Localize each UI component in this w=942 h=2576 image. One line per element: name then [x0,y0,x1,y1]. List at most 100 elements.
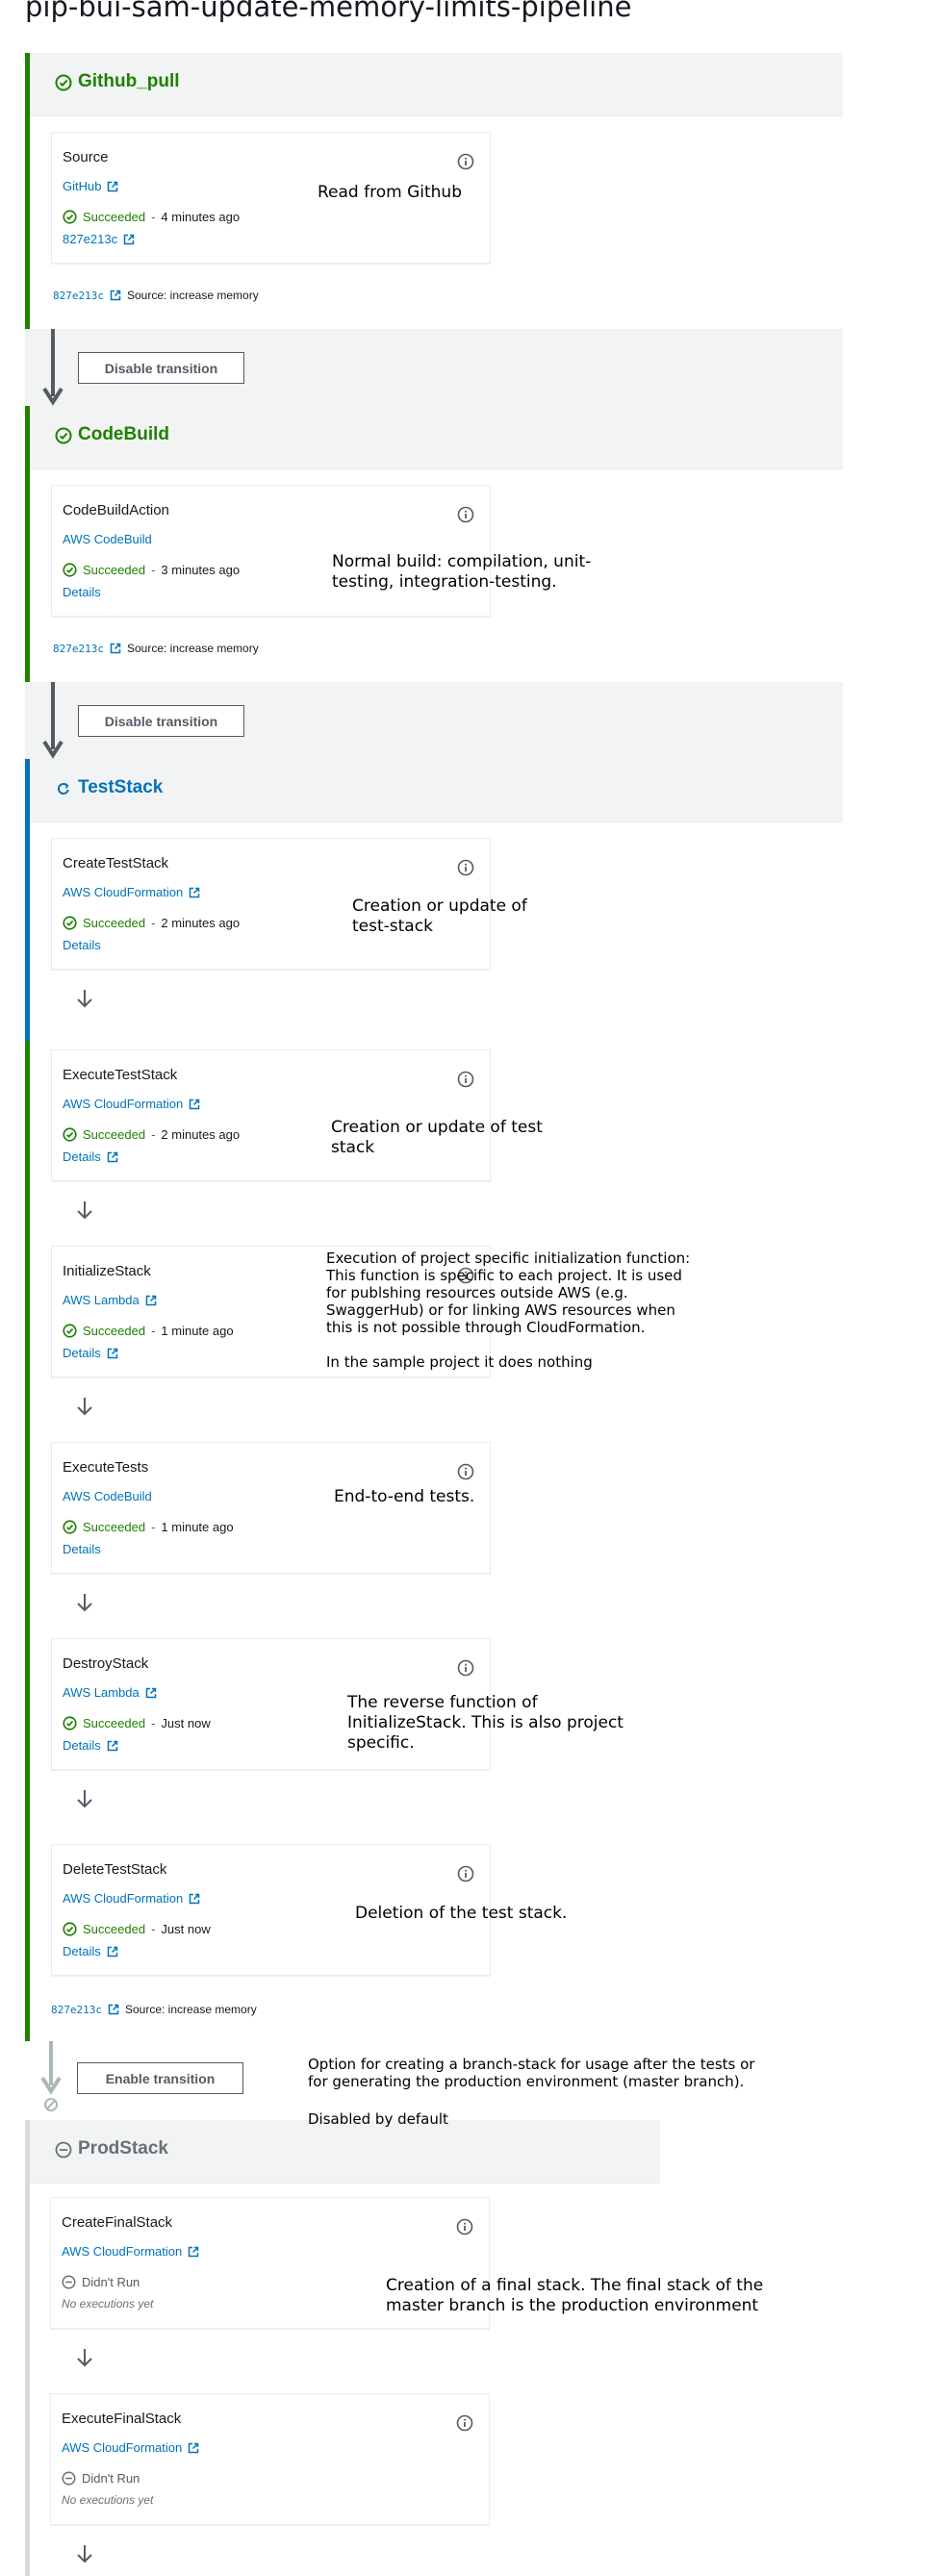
action-status: Succeeded - Just now [63,1716,211,1730]
info-icon[interactable] [457,1659,474,1677]
external-link-icon [189,1099,200,1110]
details-link[interactable]: Details [63,585,101,599]
status-separator: - [151,1127,156,1142]
status-text: Succeeded [83,1324,146,1338]
stage-status-bar [25,2120,30,2576]
minus-circle-icon [62,2471,76,2486]
action-name: DestroyStack [63,1655,149,1672]
revision-row: 827e213c Source: increase memory [53,289,259,302]
info-icon[interactable] [456,2414,473,2432]
arrow-down-icon [73,987,96,1010]
stage-header: ProdStack [30,2120,660,2184]
arrow-down-icon [73,1591,96,1614]
action-card-executefinalstack: ExecuteFinalStack AWS CloudFormation Didn'… [50,2393,490,2525]
action-card-executetests: ExecuteTests AWS CodeBuild Succeeded -1 min… [51,1442,491,1574]
action-provider-link[interactable]: AWS CodeBuild [63,1489,152,1503]
action-provider-link[interactable]: AWS CodeBuild [63,532,152,546]
action-provider-link[interactable]: AWS CloudFormation [63,1097,200,1111]
action-provider-link[interactable]: AWS CloudFormation [63,885,200,899]
details-label: Details [63,585,101,599]
details-link[interactable]: Details [63,1944,118,1958]
annotation-create-test: Creation or update of test-stack [352,897,527,936]
external-link-icon [107,1151,118,1163]
stage-teststack: TestStack CreateTestStack AWS CloudFormat… [25,759,843,2041]
annotation-execute-test: Creation or update of test stack [331,1118,543,1157]
details-link[interactable]: Details [63,938,101,952]
action-name: ExecuteTests [63,1459,149,1476]
external-link-icon [107,1740,118,1752]
info-icon[interactable] [457,859,474,876]
annotation-initialize-note: In the sample project it does nothing [326,1353,593,1371]
arrow-down-icon [73,1395,96,1418]
revision-id-link[interactable]: 827e213c [53,290,104,302]
external-link-icon [107,1946,118,1957]
action-provider-link[interactable]: AWS Lambda [63,1685,157,1700]
no-executions-text: No executions yet [62,2297,154,2311]
revision-row: 827e213c Source: increase memory [51,2003,257,2016]
status-separator: - [151,916,156,930]
action-provider-link[interactable]: GitHub [63,179,118,193]
annotation-delete: Deletion of the test stack. [355,1904,568,1923]
action-name: ExecuteFinalStack [62,2411,182,2427]
info-icon[interactable] [457,153,474,170]
action-status: Didn't Run [62,2275,140,2289]
action-provider-link[interactable]: AWS CloudFormation [62,2440,199,2455]
action-status: Succeeded -1 minute ago [63,1520,234,1534]
revision-id-link[interactable]: 827e213c [53,643,104,655]
details-label: Details [63,1346,101,1360]
action-provider-link[interactable]: AWS CloudFormation [62,2244,199,2259]
details-link[interactable]: Details [63,1346,118,1360]
action-name: ExecuteTestStack [63,1067,178,1083]
action-status: Succeeded - Just now [63,1922,211,1936]
annotation-build: Normal build: compilation, unit- testing… [332,552,592,592]
check-circle-icon [63,916,77,930]
status-separator: - [151,1922,156,1936]
info-icon[interactable] [457,1071,474,1088]
commit-link[interactable]: 827e213c [63,232,135,246]
details-label: Details [63,1944,101,1958]
external-link-icon [189,887,200,898]
annotation-destroy: The reverse function of InitializeStack.… [347,1693,624,1753]
action-status: Didn't Run [62,2471,140,2486]
status-text: Succeeded [83,1922,146,1936]
details-link[interactable]: Details [63,1542,101,1556]
disable-transition-button[interactable]: Disable transition [78,705,244,737]
provider-label: AWS CloudFormation [62,2244,183,2259]
status-text: Succeeded [83,916,146,930]
check-circle-icon [63,1520,77,1534]
provider-label: AWS CloudFormation [63,1097,184,1111]
disable-transition-button[interactable]: Disable transition [78,352,244,384]
no-executions-text: No executions yet [62,2493,154,2507]
action-status: Succeeded -1 minute ago [63,1324,234,1338]
status-text: Didn't Run [82,2275,140,2289]
details-link[interactable]: Details [63,1738,118,1753]
arrow-down-icon [73,2542,96,2565]
status-time: 2 minutes ago [161,1127,241,1142]
info-icon[interactable] [457,1463,474,1480]
enable-transition-button[interactable]: Enable transition [77,2062,243,2094]
status-text: Succeeded [83,210,146,224]
provider-label: AWS CodeBuild [63,1489,152,1503]
annotation-initialize: Execution of project specific initializa… [326,1250,691,1336]
action-status: Succeeded -2 minutes ago [63,1127,240,1142]
stage-codebuild: CodeBuild CodeBuildAction AWS CodeBuild … [25,406,843,682]
info-icon[interactable] [456,2218,473,2235]
stage-name: CodeBuild [78,424,169,444]
status-time: 3 minutes ago [161,563,241,577]
status-text: Succeeded [83,1716,146,1730]
external-link-icon [188,2442,199,2454]
info-icon[interactable] [457,506,474,523]
details-link[interactable]: Details [63,1149,118,1164]
external-link-icon [107,1348,118,1359]
revision-message: Source: increase memory [126,289,259,302]
external-link-icon [188,2246,199,2258]
stage-header: Github_pull [30,53,843,116]
action-provider-link[interactable]: AWS CloudFormation [63,1891,200,1906]
info-icon[interactable] [457,1865,474,1882]
external-link-icon [108,2004,119,2015]
status-separator: - [151,1520,156,1534]
provider-label: AWS Lambda [63,1685,140,1700]
revision-id-link[interactable]: 827e213c [51,2004,102,2016]
action-provider-link[interactable]: AWS Lambda [63,1293,157,1307]
action-status: Succeeded -2 minutes ago [63,916,240,930]
